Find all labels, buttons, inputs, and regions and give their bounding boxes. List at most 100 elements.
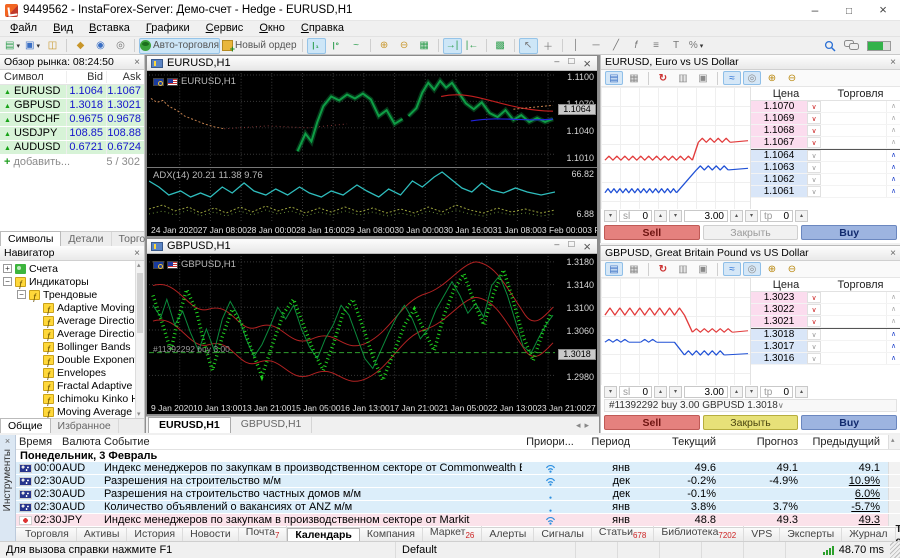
line-chart-mode-button[interactable]: ~	[347, 38, 366, 54]
docking-button[interactable]: ▩	[491, 38, 510, 54]
trade-cell[interactable]	[821, 174, 886, 185]
navigator-tree-item[interactable]: − Трендовые	[0, 288, 144, 301]
sell-stop-button[interactable]	[807, 341, 821, 352]
navigator-toggle-button[interactable]: ◉	[91, 38, 110, 54]
toolbox-tab[interactable]: Алерты	[482, 528, 534, 541]
menu-item[interactable]: Файл	[2, 21, 45, 36]
trendline-tool[interactable]: ╱	[607, 38, 626, 54]
tick-chart-button[interactable]	[723, 71, 741, 85]
navigator-tree-item[interactable]: Average Directional	[0, 327, 144, 340]
navigator-tree-item[interactable]: Moving Average	[0, 405, 144, 418]
calendar-event-row[interactable]: 02:30 AUD Разрешения на строительство м/…	[16, 475, 900, 488]
sell-limit-button[interactable]	[807, 137, 821, 148]
volume-increase-button[interactable]	[730, 386, 743, 398]
profiles-button[interactable]: ▣▾	[23, 38, 42, 54]
menu-item[interactable]: Справка	[293, 21, 352, 36]
navigator-tree-item[interactable]: Bollinger Bands	[0, 340, 144, 353]
buy-stop-button[interactable]	[886, 137, 900, 148]
depth-circles-button[interactable]	[743, 71, 761, 85]
sell-stop-button[interactable]	[807, 329, 821, 340]
close-position-button[interactable]: Закрыть	[703, 225, 799, 240]
new-chart-button[interactable]: ▤▾	[3, 38, 22, 54]
volume-increase-button[interactable]	[730, 210, 743, 222]
buy-button[interactable]: Buy	[801, 415, 897, 430]
stop-loss-field[interactable]: sl0	[619, 210, 652, 222]
toolbox-tab[interactable]: Сигналы	[534, 528, 592, 541]
bar-chart-mode-button[interactable]: |₁	[307, 38, 326, 54]
navigator-tab[interactable]: Общие	[0, 418, 51, 433]
maximize-button[interactable]	[832, 0, 866, 21]
sell-limit-button[interactable]	[807, 304, 821, 315]
trade-cell[interactable]	[821, 150, 886, 161]
buy-stop-button[interactable]	[886, 304, 900, 315]
volume-field[interactable]: 3.00	[684, 386, 728, 398]
symbol-row[interactable]: USDCHF 0.9675 0.9678	[0, 113, 144, 127]
trade-cell[interactable]	[821, 186, 886, 197]
candle-chart-mode-button[interactable]: |º	[327, 38, 346, 54]
auto-trading-button[interactable]: Авто-торговля	[139, 38, 220, 54]
expand-toggle-icon[interactable]: −	[17, 290, 26, 299]
close-icon[interactable]	[583, 56, 591, 71]
refresh-button[interactable]	[654, 71, 672, 85]
menu-item[interactable]: Окно	[251, 21, 293, 36]
depth-grid-button[interactable]	[625, 71, 643, 85]
sl-increase-button[interactable]	[654, 210, 667, 222]
maximize-icon[interactable]	[568, 56, 574, 71]
toolbox-tab[interactable]: Эксперты	[780, 528, 842, 541]
search-icon[interactable]	[824, 40, 836, 52]
trade-cell[interactable]	[821, 304, 886, 315]
toolbox-tab[interactable]: История	[127, 528, 183, 541]
calendar-event-row[interactable]: 02:30 AUD Количество объявлений о ваканс…	[16, 501, 900, 514]
calendar-event-row[interactable]: 02:30 AUD Разрешения на строительство ча…	[16, 488, 900, 501]
tab-scroll-arrows[interactable]: ◂▸	[576, 420, 599, 433]
toolbox-tab[interactable]: VPS	[744, 528, 780, 541]
market-watch-tab[interactable]: Детали	[61, 232, 111, 246]
symbol-row[interactable]: AUDUSD 0.6721 0.6724	[0, 141, 144, 155]
depth-grid-button[interactable]	[625, 262, 643, 276]
text-tool[interactable]: T	[667, 38, 686, 54]
buy-limit-button[interactable]	[886, 186, 900, 197]
sell-limit-button[interactable]	[807, 101, 821, 112]
sell-limit-button[interactable]	[807, 316, 821, 327]
chat-icon[interactable]	[844, 40, 859, 51]
toolbox-tab[interactable]: Журнал	[842, 528, 895, 541]
navigator-tree-item[interactable]: Ichimoku Kinko Hyc	[0, 392, 144, 405]
trade-cell[interactable]	[821, 113, 886, 124]
tick-chart-button[interactable]	[723, 262, 741, 276]
navigator-tree-item[interactable]: Envelopes	[0, 366, 144, 379]
orders-button[interactable]	[694, 71, 712, 85]
navigator-tree-item[interactable]: Double Exponential	[0, 353, 144, 366]
sl-decrease-button[interactable]	[604, 386, 617, 398]
buy-button[interactable]: Buy	[801, 225, 897, 240]
zoom-out-button[interactable]: ⊖	[395, 38, 414, 54]
chevron-down-icon[interactable]	[778, 400, 784, 411]
menu-item[interactable]: Графики	[138, 21, 198, 36]
buy-stop-button[interactable]	[886, 113, 900, 124]
calendar-column-headers[interactable]: Время Валюта Событие Приори... Период Те…	[16, 435, 900, 450]
eurusd-chart-window[interactable]: EURUSD,H1	[146, 55, 598, 237]
close-button[interactable]	[866, 0, 900, 21]
buy-stop-button[interactable]	[886, 292, 900, 303]
menu-item[interactable]: Вид	[45, 21, 81, 36]
depth-circles-button[interactable]	[743, 262, 761, 276]
data-feed-button[interactable]: ◎	[111, 38, 130, 54]
sell-stop-button[interactable]	[807, 186, 821, 197]
symbol-row[interactable]: GBPUSD 1.3018 1.3021	[0, 99, 144, 113]
tp-decrease-button[interactable]	[745, 386, 758, 398]
auto-scroll-button[interactable]: →|	[443, 38, 462, 54]
ticks-button[interactable]	[674, 262, 692, 276]
tp-increase-button[interactable]	[795, 210, 808, 222]
sell-stop-button[interactable]	[807, 353, 821, 364]
sell-stop-button[interactable]	[807, 150, 821, 161]
chart-view-button[interactable]	[605, 262, 623, 276]
sl-decrease-button[interactable]	[604, 210, 617, 222]
expand-toggle-icon[interactable]: −	[3, 277, 12, 286]
horizontal-line-tool[interactable]: ─	[587, 38, 606, 54]
zoom-in-button[interactable]: ⊕	[375, 38, 394, 54]
status-profile[interactable]: Default	[396, 542, 576, 558]
toolbox-tab[interactable]: Компания	[360, 528, 423, 541]
expand-toggle-icon[interactable]: +	[3, 264, 12, 273]
trade-cell[interactable]	[821, 137, 886, 148]
navigator-tree-item[interactable]: Adaptive Moving Av	[0, 301, 144, 314]
eurusd-window-titlebar[interactable]: EURUSD,H1	[147, 56, 597, 71]
